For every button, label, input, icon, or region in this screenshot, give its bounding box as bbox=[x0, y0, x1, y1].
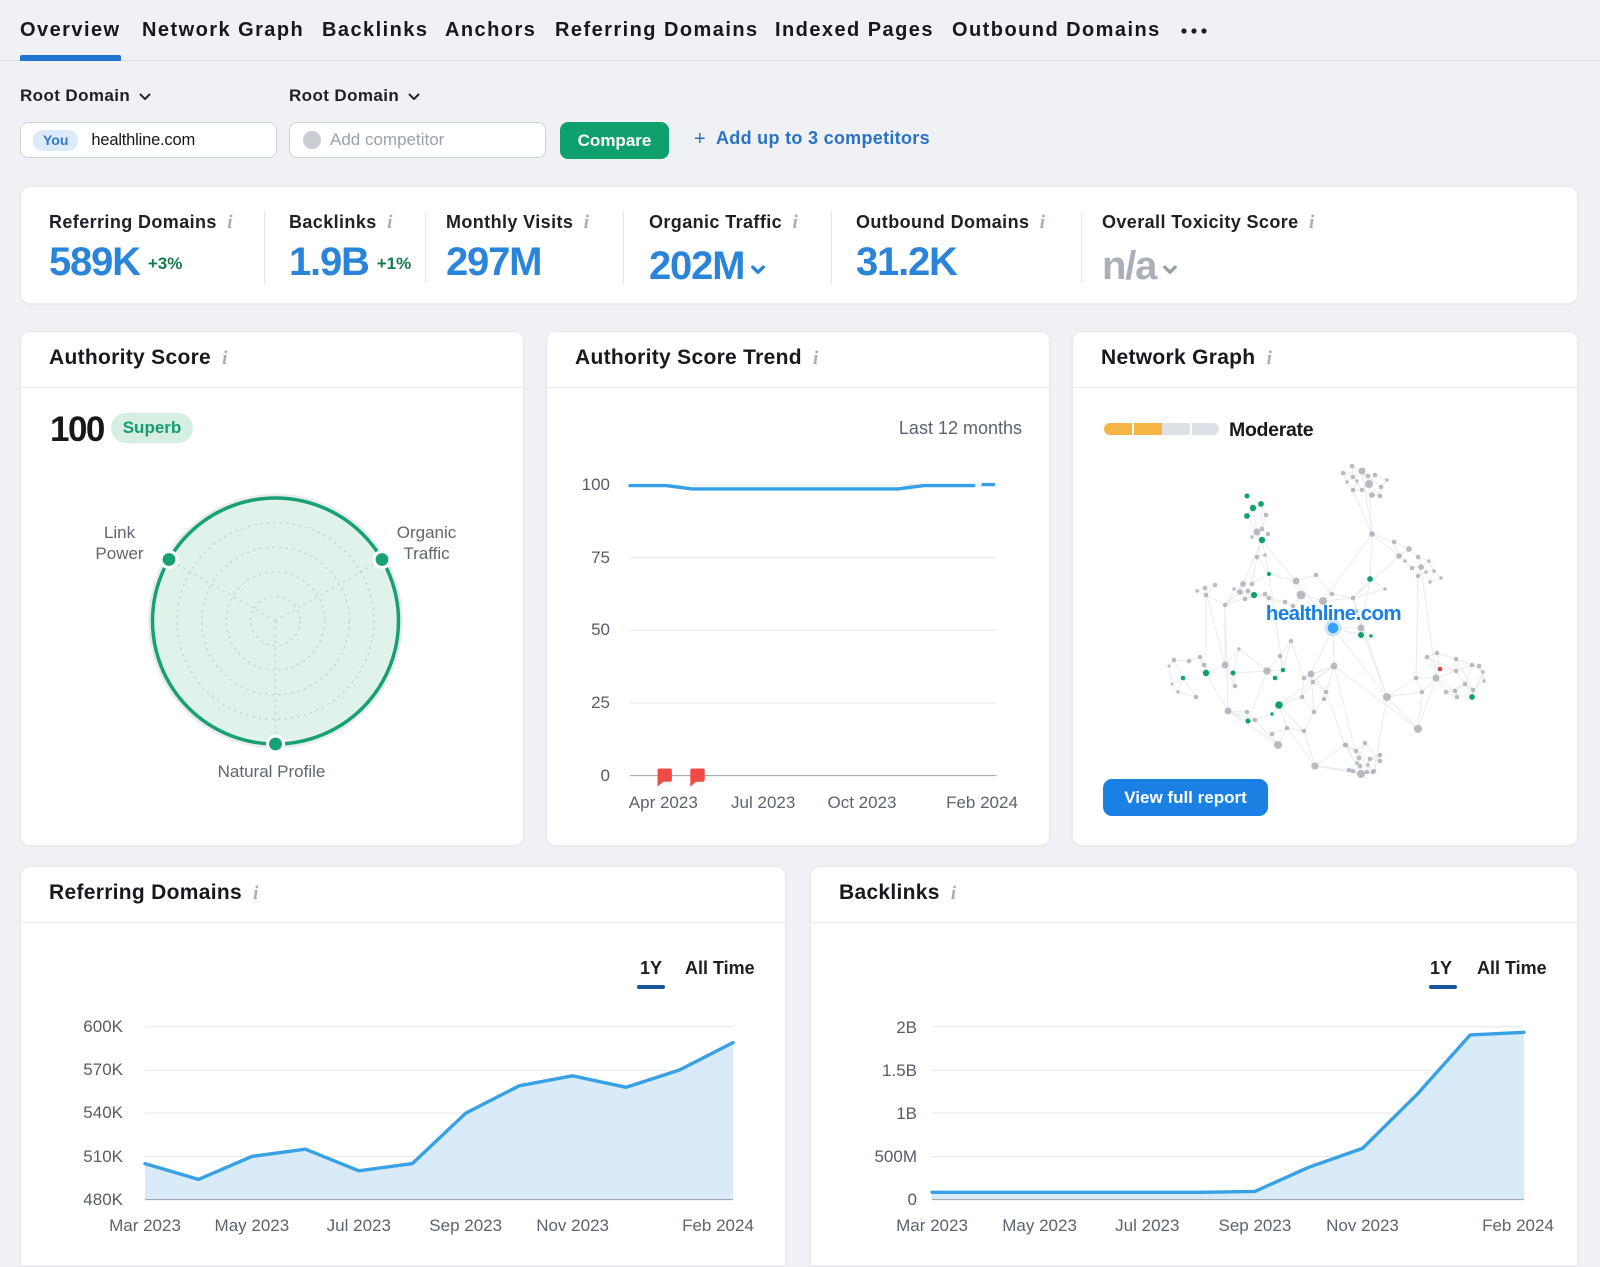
svg-text:healthline.com: healthline.com bbox=[1266, 602, 1401, 625]
